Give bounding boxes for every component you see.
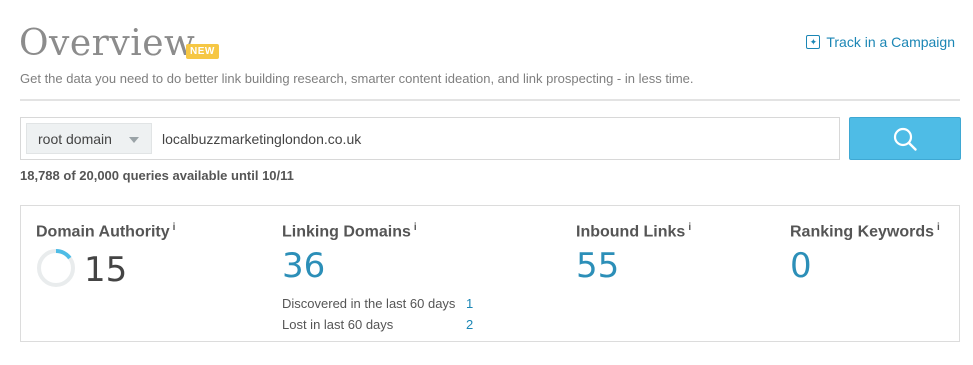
new-badge: NEW bbox=[186, 44, 219, 59]
lost-row: Lost in last 60 days 2 bbox=[282, 314, 482, 335]
magnifier-icon bbox=[893, 127, 917, 151]
metric-ranking-keywords: Ranking Keywords i 0 bbox=[790, 222, 940, 287]
ranking-keywords-label: Ranking Keywords bbox=[790, 223, 935, 241]
domain-authority-gauge bbox=[37, 249, 75, 288]
metric-linking-domains: Linking Domains i 36 Discovered in the la… bbox=[282, 222, 482, 335]
info-icon[interactable]: i bbox=[173, 222, 176, 233]
page-title: Overview bbox=[19, 23, 196, 64]
linking-domains-label: Linking Domains bbox=[282, 223, 411, 241]
domain-authority-value: 15 bbox=[84, 250, 128, 291]
metric-inbound-links: Inbound Links i 55 bbox=[576, 222, 691, 287]
search-box: root domain bbox=[20, 117, 840, 160]
metric-domain-authority: Domain Authority i 15 bbox=[36, 222, 175, 291]
lost-value[interactable]: 2 bbox=[466, 314, 482, 335]
plus-square-icon: ✦ bbox=[806, 35, 821, 49]
domain-input[interactable] bbox=[162, 123, 832, 154]
search-row: root domain bbox=[20, 117, 961, 160]
lost-label: Lost in last 60 days bbox=[282, 317, 394, 333]
info-icon[interactable]: i bbox=[414, 222, 417, 233]
info-icon[interactable]: i bbox=[937, 222, 940, 233]
track-in-campaign-link[interactable]: ✦ Track in a Campaign bbox=[806, 34, 955, 50]
inbound-links-value[interactable]: 55 bbox=[576, 245, 691, 287]
discovered-value[interactable]: 1 bbox=[466, 293, 482, 314]
scope-dropdown[interactable]: root domain bbox=[26, 123, 152, 154]
discovered-label: Discovered in the last 60 days bbox=[282, 296, 456, 312]
ranking-keywords-value[interactable]: 0 bbox=[790, 245, 940, 287]
linking-domains-value[interactable]: 36 bbox=[282, 245, 482, 287]
metrics-panel: Domain Authority i 15 Linking Domains i 36… bbox=[20, 205, 960, 342]
discovered-row: Discovered in the last 60 days 1 bbox=[282, 293, 482, 314]
domain-authority-label: Domain Authority bbox=[36, 223, 170, 241]
caret-down-icon bbox=[129, 137, 139, 143]
scope-dropdown-value: root domain bbox=[38, 130, 112, 147]
inbound-links-label: Inbound Links bbox=[576, 223, 686, 241]
page-subtitle: Get the data you need to do better link … bbox=[20, 71, 694, 86]
search-button[interactable] bbox=[849, 117, 961, 160]
info-icon[interactable]: i bbox=[688, 222, 691, 233]
header-divider bbox=[20, 99, 960, 101]
track-link-label: Track in a Campaign bbox=[826, 34, 955, 50]
queries-available: 18,788 of 20,000 queries available until… bbox=[20, 168, 294, 183]
